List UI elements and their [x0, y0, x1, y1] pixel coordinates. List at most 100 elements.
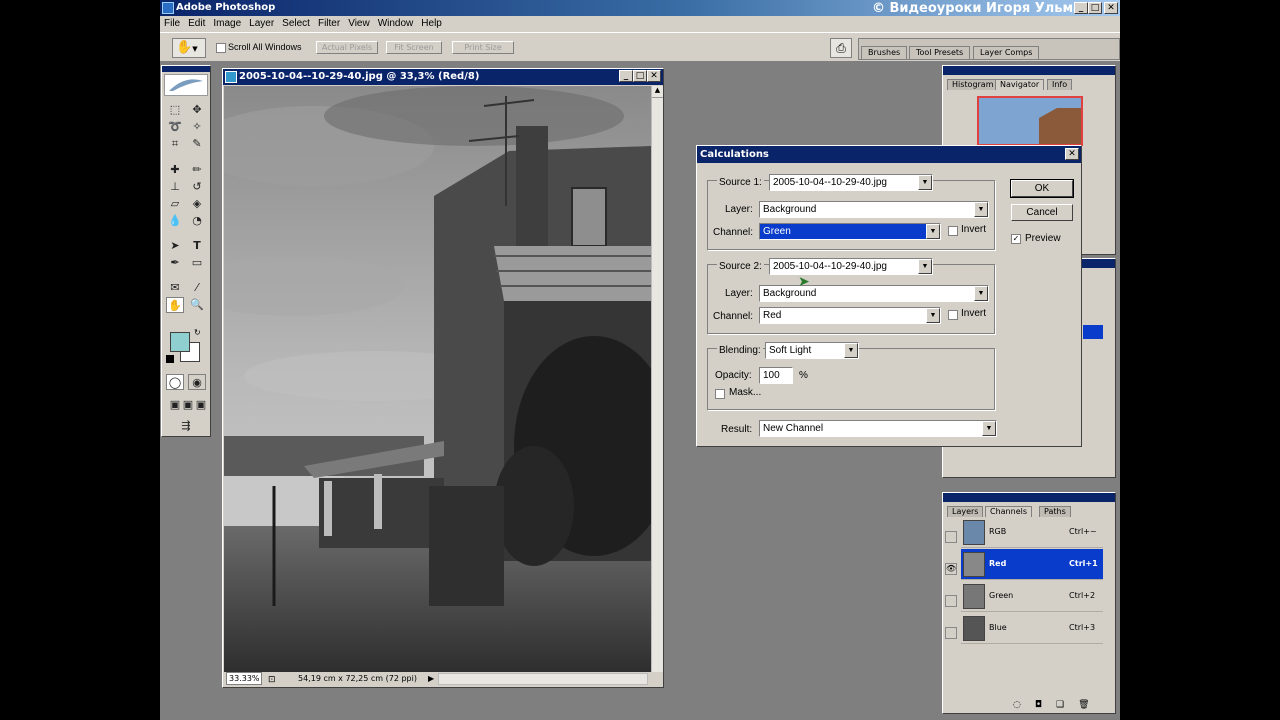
eraser-icon[interactable]: ▱: [166, 196, 184, 212]
layer1-select[interactable]: Background ▼: [759, 201, 989, 218]
visibility-toggle-red[interactable]: 👁: [945, 563, 957, 575]
ok-button[interactable]: OK: [1010, 179, 1074, 198]
channel-row-green[interactable]: Green Ctrl+2: [961, 581, 1103, 612]
mask-checkbox[interactable]: [715, 389, 725, 399]
result-select[interactable]: New Channel ▼: [759, 420, 997, 437]
menu-view[interactable]: View: [344, 16, 374, 29]
vertical-scrollbar[interactable]: ▲: [651, 86, 663, 672]
blur-tool-icon[interactable]: 💧: [166, 213, 184, 229]
cancel-button[interactable]: Cancel: [1011, 204, 1073, 221]
swap-colors-icon[interactable]: ↻: [194, 328, 201, 337]
dialog-close-button[interactable]: ✕: [1065, 148, 1079, 160]
history-brush-icon[interactable]: ↺: [188, 179, 206, 195]
opacity-input[interactable]: 100: [759, 367, 793, 384]
navigator-preview-thumbnail[interactable]: [977, 96, 1083, 146]
visibility-toggle-rgb[interactable]: [945, 531, 957, 543]
brush-tool-icon[interactable]: ✏: [188, 162, 206, 178]
tab-channels[interactable]: Channels: [985, 506, 1033, 517]
adobe-feather-logo[interactable]: [164, 74, 208, 96]
document-icon: [225, 71, 237, 83]
scroll-up-arrow-icon[interactable]: ▲: [652, 86, 663, 98]
channel-row-blue[interactable]: Blue Ctrl+3: [961, 613, 1103, 644]
doc-maximize-button[interactable]: □: [633, 70, 647, 82]
menu-image[interactable]: Image: [209, 16, 245, 29]
eyedropper-icon[interactable]: ⁄: [188, 280, 206, 296]
hand-tool-preset-picker[interactable]: ✋▼: [172, 38, 206, 58]
clone-stamp-icon[interactable]: ⊥: [166, 179, 184, 195]
tab-layer-comps[interactable]: Layer Comps: [973, 46, 1040, 59]
invert2-checkbox[interactable]: [948, 310, 958, 320]
shape-tool-icon[interactable]: ▭: [188, 255, 206, 271]
quick-mask-icon[interactable]: ◉: [188, 374, 206, 390]
invert1-checkbox[interactable]: [948, 226, 958, 236]
tab-brushes[interactable]: Brushes: [861, 46, 908, 59]
tab-info[interactable]: Info: [1047, 79, 1073, 90]
tab-histogram[interactable]: Histogram: [947, 79, 999, 90]
menu-layer[interactable]: Layer: [245, 16, 278, 29]
channel1-select[interactable]: Green ▼: [759, 223, 941, 240]
menu-filter[interactable]: Filter: [314, 16, 344, 29]
magic-wand-icon[interactable]: ✧: [188, 119, 206, 135]
channel-row-red[interactable]: Red Ctrl+1: [961, 549, 1103, 580]
visibility-toggle-green[interactable]: [945, 595, 957, 607]
healing-brush-icon[interactable]: ✚: [166, 162, 184, 178]
tab-navigator[interactable]: Navigator: [995, 79, 1045, 90]
maximize-button[interactable]: □: [1088, 2, 1102, 14]
zoom-tool-icon[interactable]: 🔍: [188, 297, 206, 313]
move-tool-icon[interactable]: ✥: [188, 102, 206, 118]
doc-minimize-button[interactable]: _: [619, 70, 633, 82]
paint-bucket-icon[interactable]: ◈: [188, 196, 206, 212]
pen-tool-icon[interactable]: ✒: [166, 255, 184, 271]
save-selection-icon[interactable]: ◘: [1035, 700, 1056, 710]
menu-edit[interactable]: Edit: [184, 16, 209, 29]
doc-close-button[interactable]: ✕: [647, 70, 661, 82]
hand-tool-icon[interactable]: ✋: [166, 297, 184, 313]
document-status-bar: 33.33% ⊡ 54,19 cm x 72,25 cm (72 ppi) ▶: [224, 672, 651, 686]
path-select-icon[interactable]: ➤: [166, 238, 184, 254]
status-menu-icon[interactable]: ⊡: [268, 673, 276, 687]
menu-select[interactable]: Select: [278, 16, 314, 29]
delete-channel-icon[interactable]: 🗑: [1078, 700, 1103, 710]
actual-pixels-button[interactable]: Actual Pixels: [316, 41, 378, 54]
source1-select[interactable]: 2005-10-04--10-29-40.jpg ▼: [769, 174, 933, 191]
marquee-tool-icon[interactable]: ⬚: [166, 102, 184, 118]
lasso-tool-icon[interactable]: ➰: [166, 119, 184, 135]
document-canvas[interactable]: [224, 86, 651, 672]
channel2-select[interactable]: Red ▼: [759, 307, 941, 324]
default-colors-icon[interactable]: [166, 355, 174, 363]
channel-row-rgb[interactable]: RGB Ctrl+~: [961, 517, 1103, 548]
minimize-button[interactable]: _: [1074, 2, 1088, 14]
fit-screen-button[interactable]: Fit Screen: [386, 41, 442, 54]
type-tool-icon[interactable]: T: [188, 238, 206, 254]
load-selection-icon[interactable]: ◌: [1013, 700, 1035, 710]
menu-help[interactable]: Help: [417, 16, 446, 29]
zoom-field[interactable]: 33.33%: [226, 672, 262, 685]
crop-tool-icon[interactable]: ⌗: [166, 136, 184, 152]
chevron-down-icon: ▼: [974, 286, 988, 301]
horizontal-scrollbar[interactable]: [438, 673, 648, 685]
menu-file[interactable]: File: [160, 16, 184, 29]
layer2-select[interactable]: Background ▼: [759, 285, 989, 302]
tab-paths[interactable]: Paths: [1039, 506, 1071, 517]
tab-layers[interactable]: Layers: [947, 506, 984, 517]
preview-checkbox[interactable]: ✓: [1011, 234, 1021, 244]
visibility-toggle-blue[interactable]: [945, 627, 957, 639]
scroll-all-windows-checkbox[interactable]: [216, 43, 226, 53]
screen-mode-full-icon[interactable]: ▣: [192, 397, 210, 413]
file-browser-icon[interactable]: ⎙: [830, 38, 852, 58]
new-channel-icon[interactable]: ❑: [1056, 700, 1078, 710]
slice-tool-icon[interactable]: ✎: [188, 136, 206, 152]
foreground-color-swatch[interactable]: [170, 332, 190, 352]
source2-select[interactable]: 2005-10-04--10-29-40.jpg ▼: [769, 258, 933, 275]
print-size-button[interactable]: Print Size: [452, 41, 514, 54]
notes-tool-icon[interactable]: ✉: [166, 280, 184, 296]
blending-select[interactable]: Soft Light ▼: [765, 342, 859, 359]
channel-thumbnail: [963, 552, 985, 577]
close-button[interactable]: ✕: [1104, 2, 1118, 14]
status-arrow-icon[interactable]: ▶: [428, 672, 434, 686]
tab-tool-presets[interactable]: Tool Presets: [909, 46, 971, 59]
jump-to-imageready-icon[interactable]: ⇶: [166, 418, 206, 434]
standard-mode-icon[interactable]: ◯: [166, 374, 184, 390]
dodge-tool-icon[interactable]: ◔: [188, 213, 206, 229]
menu-window[interactable]: Window: [374, 16, 418, 29]
